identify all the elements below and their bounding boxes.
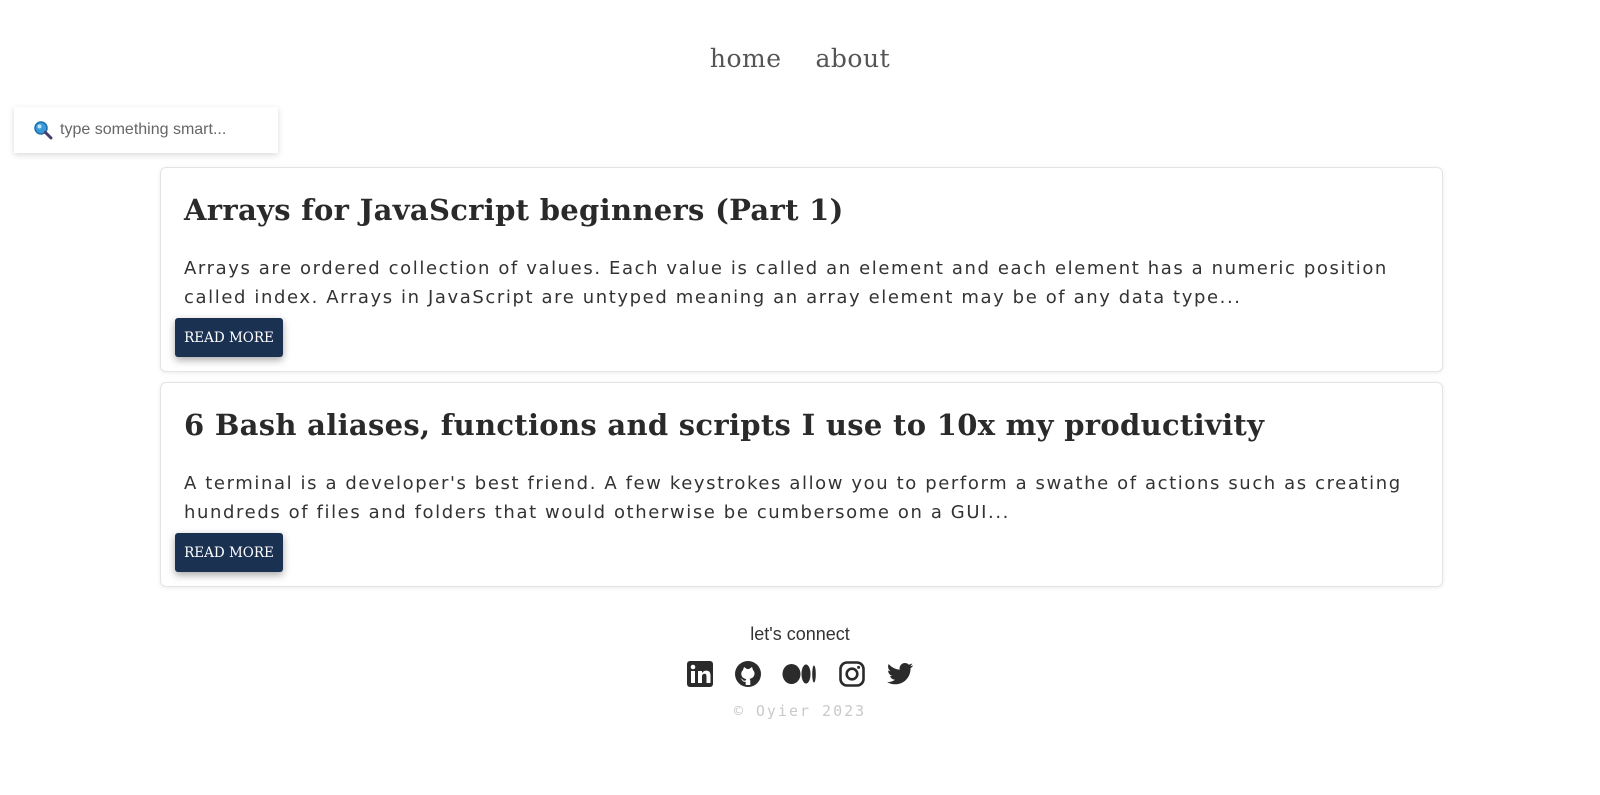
read-more-button[interactable]: READ MORE <box>175 318 283 357</box>
post-excerpt: Arrays are ordered collection of values.… <box>184 258 1388 308</box>
post-title[interactable]: Arrays for JavaScript beginners (Part 1) <box>184 193 844 227</box>
search-input[interactable] <box>58 120 262 140</box>
post-card: Arrays for JavaScript beginners (Part 1)… <box>160 167 1443 372</box>
github-icon[interactable] <box>734 660 762 688</box>
post-card: 6 Bash aliases, functions and scripts I … <box>160 382 1443 587</box>
copyright-text: © Oyier 2023 <box>733 702 867 720</box>
nav-home-link[interactable]: home <box>710 44 782 73</box>
social-links <box>0 660 1600 688</box>
instagram-icon[interactable] <box>838 660 866 688</box>
connect-label: let's connect <box>750 624 850 644</box>
post-excerpt: A terminal is a developer's best friend.… <box>184 473 1402 523</box>
search-box <box>14 107 278 153</box>
post-title[interactable]: 6 Bash aliases, functions and scripts I … <box>184 408 1264 442</box>
twitter-icon[interactable] <box>886 660 914 688</box>
nav-about-link[interactable]: about <box>816 44 891 73</box>
linkedin-icon[interactable] <box>686 660 714 688</box>
medium-icon[interactable] <box>782 660 818 688</box>
main-nav: home about <box>0 44 1600 73</box>
footer: let's connect © Oyier 2023 <box>0 624 1600 720</box>
magnifier-icon <box>32 119 54 141</box>
read-more-button[interactable]: READ MORE <box>175 533 283 572</box>
